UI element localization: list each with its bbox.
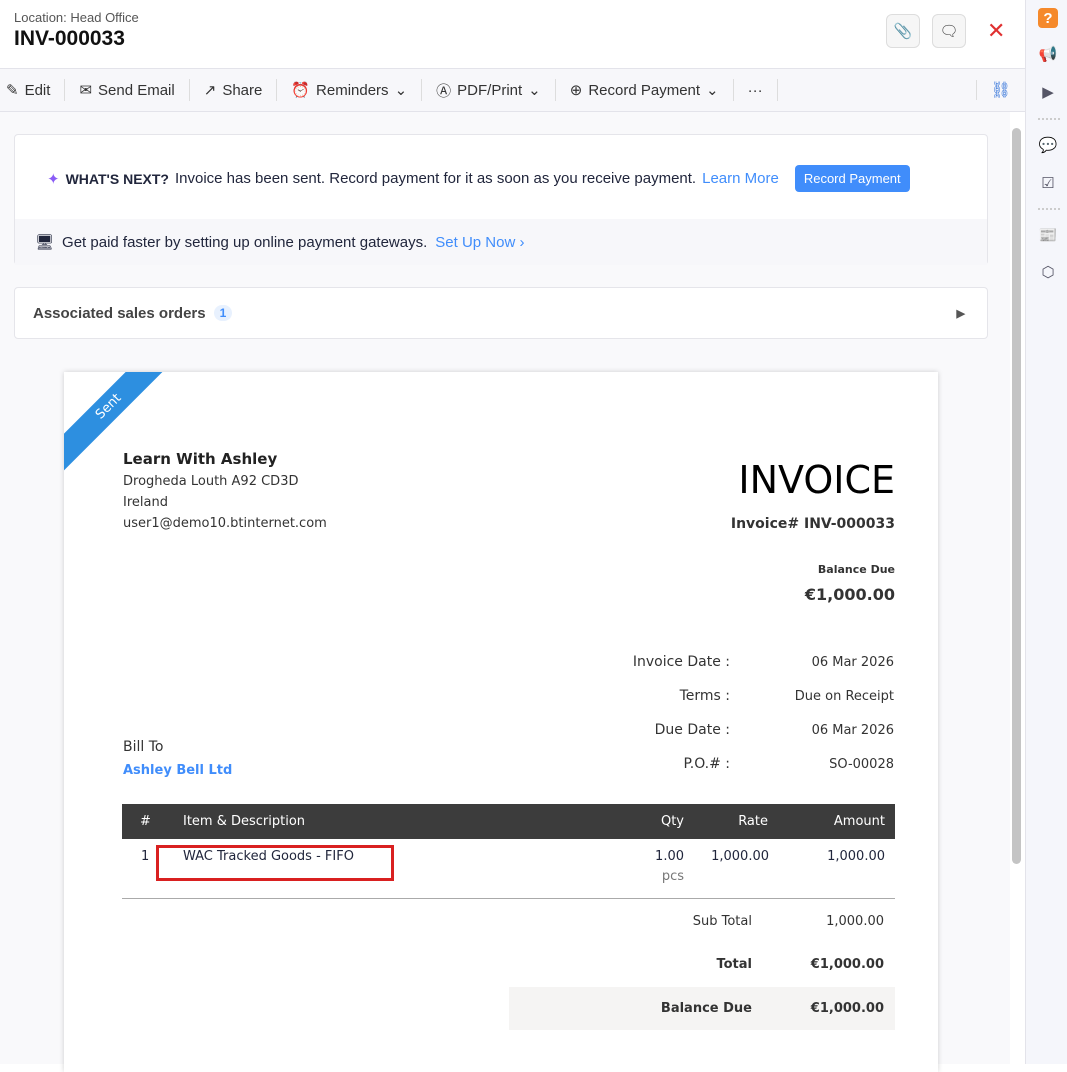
send-email-button[interactable]: ✉ Send Email — [65, 79, 190, 101]
balance-due-row-label: Balance Due — [660, 1001, 752, 1016]
balance-due-label: Balance Due — [817, 563, 895, 576]
plugin-icon[interactable]: ⬡ — [1038, 262, 1058, 282]
customer-link[interactable]: Ashley Bell Ltd — [123, 763, 232, 778]
monitor-icon: 🖥 — [35, 234, 55, 251]
chevron-down-icon: ⌄ — [394, 82, 408, 99]
table-row: 1 WAC Tracked Goods - FIFO 1.00 pcs 1,00… — [122, 839, 895, 899]
caret-right-icon: ▶ — [956, 307, 965, 320]
item-qty: 1.00 — [655, 849, 684, 864]
header: Location: Head Office INV-000033 📎 🗨 ✕ — [0, 0, 1025, 68]
toolbar: ✎ Edit ✉ Send Email ↗ Share ⏰ Reminders ⌄ Ⓐ PD… — [0, 68, 1025, 112]
balance-due-amount: €1,000.00 — [804, 585, 895, 604]
scrollbar[interactable] — [1012, 128, 1021, 864]
pencil-icon: ✎ — [6, 82, 19, 99]
video-icon[interactable]: ▶ — [1038, 82, 1058, 102]
bill-to-label: Bill To — [123, 739, 164, 755]
download-circle-icon: ⊕ — [569, 82, 583, 99]
pdf-icon: Ⓐ — [436, 82, 452, 100]
total-label: Total — [716, 957, 752, 972]
meta-value: Due on Receipt — [794, 689, 894, 704]
mail-icon: ✉ — [79, 82, 93, 99]
org-email: user1@demo10.btinternet.com — [123, 516, 327, 531]
whats-next-banner: ✦ WHAT'S NEXT? Invoice has been sent. Re… — [14, 134, 988, 265]
col-item: Item & Description — [183, 814, 306, 829]
col-qty: Qty — [660, 814, 684, 829]
right-rail: ? 📢 ▶ 💬 ☑ 📰 ⬡ — [1025, 0, 1067, 1064]
org-country: Ireland — [123, 495, 168, 510]
send-email-label: Send Email — [98, 81, 175, 99]
col-rate: Rate — [738, 814, 768, 829]
set-up-now-link[interactable]: Set Up Now › — [435, 234, 524, 251]
meta-label: Due Date : — [654, 722, 730, 738]
content: ✦ WHAT'S NEXT? Invoice has been sent. Re… — [0, 112, 1010, 1072]
item-name: WAC Tracked Goods - FIFO — [183, 849, 354, 864]
help-icon[interactable]: ? — [1038, 8, 1058, 28]
record-payment-label: Record Payment — [588, 81, 701, 99]
reminders-label: Reminders — [316, 81, 389, 99]
pdf-print-button[interactable]: Ⓐ PDF/Print ⌄ — [422, 79, 556, 101]
gateway-text: Get paid faster by setting up online pay… — [62, 233, 428, 251]
item-rate: 1,000.00 — [711, 849, 769, 864]
subtotal-value: 1,000.00 — [826, 914, 884, 929]
comment-icon: 🗨 — [939, 23, 959, 40]
paperclip-icon: 📎 — [893, 23, 913, 40]
divider — [1038, 118, 1060, 120]
edit-label: Edit — [24, 81, 51, 99]
item-amount: 1,000.00 — [827, 849, 885, 864]
item-unit: pcs — [661, 869, 684, 884]
whats-next-text: Invoice has been sent. Record payment fo… — [174, 170, 697, 187]
col-amount: Amount — [833, 814, 885, 829]
meta-value: SO-00028 — [829, 757, 894, 772]
associated-sales-orders[interactable]: Associated sales orders 1 ▶ — [14, 287, 988, 339]
record-payment-button[interactable]: ⊕ Record Payment ⌄ — [556, 79, 734, 101]
share-label: Share — [222, 81, 263, 99]
page-title: INV-000033 — [14, 27, 125, 50]
meta-label: Invoice Date : — [632, 654, 730, 670]
share-icon: ↗ — [203, 82, 217, 99]
calendar-check-icon[interactable]: ☑ — [1038, 173, 1058, 193]
record-payment-cta[interactable]: Record Payment — [794, 165, 910, 192]
balance-due-row-value: €1,000.00 — [810, 1001, 884, 1016]
count-badge: 1 — [213, 305, 233, 321]
org-name: Learn With Ashley — [123, 450, 278, 468]
associated-label: Associated sales orders — [33, 304, 206, 322]
sparkle-icon: ✦ — [47, 170, 60, 188]
invoice-document: Sent Learn With Ashley Drogheda Louth A9… — [64, 372, 938, 1072]
meta-value: 06 Mar 2026 — [811, 723, 894, 738]
link-icon[interactable]: ⛓ — [975, 80, 1025, 100]
whats-next-label: WHAT'S NEXT? — [65, 170, 169, 187]
subtotal-label: Sub Total — [692, 914, 752, 929]
chevron-down-icon: ⌄ — [706, 82, 719, 99]
pdf-print-label: PDF/Print — [457, 81, 523, 99]
edit-button[interactable]: ✎ Edit — [0, 79, 66, 101]
reminders-button[interactable]: ⏰ Reminders ⌄ — [277, 79, 423, 101]
chat-icon[interactable]: 💬 — [1038, 135, 1058, 155]
alarm-icon: ⏰ — [291, 82, 311, 99]
megaphone-icon[interactable]: 📢 — [1038, 44, 1058, 64]
row-number: 1 — [141, 849, 150, 864]
meta-label: P.O.# : — [683, 756, 730, 772]
share-button[interactable]: ↗ Share — [190, 79, 278, 101]
meta-value: 06 Mar 2026 — [811, 655, 894, 670]
total-value: €1,000.00 — [810, 957, 884, 972]
close-icon[interactable]: ✕ — [987, 18, 1005, 44]
comments-button[interactable]: 🗨 — [932, 14, 966, 48]
invoice-heading: INVOICE — [738, 458, 895, 502]
learn-more-link[interactable]: Learn More — [702, 170, 779, 187]
meta-label: Terms : — [679, 688, 730, 704]
col-number: # — [140, 814, 151, 829]
divider — [1038, 208, 1060, 210]
location-label: Location: Head Office — [14, 10, 139, 25]
invoice-number: Invoice# INV-000033 — [730, 516, 895, 532]
notes-icon[interactable]: 📰 — [1038, 225, 1058, 245]
items-table: # Item & Description Qty Rate Amount 1 W… — [122, 804, 895, 899]
chevron-down-icon: ⌄ — [528, 82, 541, 99]
org-address: Drogheda Louth A92 CD3D — [123, 474, 299, 489]
more-button[interactable]: ··· — [734, 79, 778, 101]
attachment-button[interactable]: 📎 — [886, 14, 920, 48]
table-header: # Item & Description Qty Rate Amount — [122, 804, 895, 839]
